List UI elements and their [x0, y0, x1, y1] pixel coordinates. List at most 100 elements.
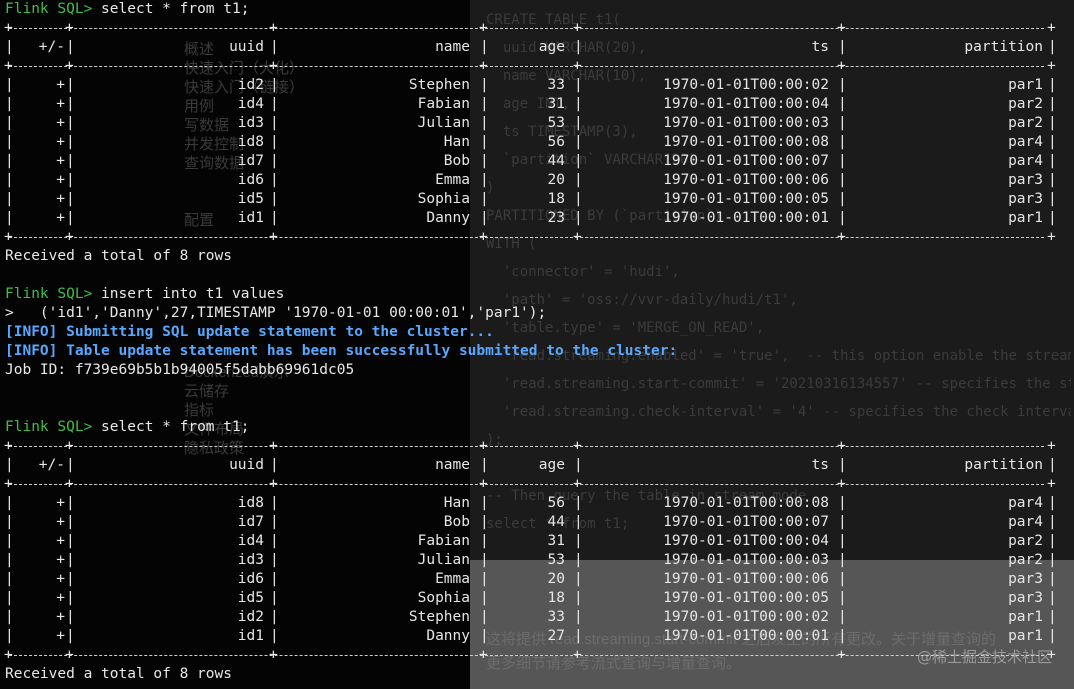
table-cell: +: [56, 96, 65, 112]
separator-corner: +: [479, 476, 488, 492]
separator-corner: +: [573, 20, 582, 36]
table-cell: Emma: [435, 571, 470, 587]
table-cell: +: [56, 514, 65, 530]
separator-corner: +: [4, 476, 13, 492]
separator-corner: +: [269, 647, 278, 663]
column-header: ts: [811, 457, 829, 473]
table-cell: +: [56, 172, 65, 188]
separator-corner: +: [269, 438, 278, 454]
table-cell: 53: [547, 552, 565, 568]
separator-corner: +: [269, 58, 278, 74]
table-separator: + + + + + + +: [4, 475, 1056, 494]
separator-corner: +: [573, 438, 582, 454]
table-cell: id7: [237, 514, 264, 530]
table-row: | | | | | | | + id6 Emma 20 1970-01-01T00:00:06 par3: [5, 570, 1057, 589]
separator-corner: +: [837, 229, 846, 245]
table-row: | | | | | | | + id2 Stephen 33 1970-01-01T00:00:02 p…: [5, 76, 1057, 95]
table-cell: 1970-01-01T00:00:05: [663, 191, 829, 207]
table-header: | | | | | | | +/- uuid name age ts partition: [5, 38, 1057, 57]
column-header: name: [435, 457, 470, 473]
column-divider: |: [5, 552, 14, 568]
table-cell: 1970-01-01T00:00:06: [663, 172, 829, 188]
column-divider: |: [1048, 191, 1057, 207]
column-divider: |: [1048, 77, 1057, 93]
table-cell: 1970-01-01T00:00:02: [663, 609, 829, 625]
table-separator: + + + + + + +: [4, 19, 1056, 38]
column-divider: |: [1048, 552, 1057, 568]
separator-corner: +: [837, 58, 846, 74]
table-cell: 1970-01-01T00:00:04: [663, 533, 829, 549]
separator-corner: +: [269, 229, 278, 245]
job-id-line: Job ID: f739e69b5b1b94005f5dabb69961dc05: [5, 362, 355, 378]
column-divider: |: [5, 172, 14, 188]
column-divider: |: [1048, 210, 1057, 226]
table-row: | | | | | | | + id7 Bob 44 1970-01-01T00:00:07 par4: [5, 152, 1057, 171]
column-header: partition: [964, 457, 1043, 473]
prompt-label: Flink SQL>: [5, 419, 93, 435]
column-header: partition: [964, 39, 1043, 55]
table-cell: 23: [547, 210, 565, 226]
table-cell: Stephen: [408, 77, 470, 93]
table-cell: 1970-01-01T00:00:05: [663, 590, 829, 606]
table-cell: id4: [237, 96, 264, 112]
table-cell: +: [56, 533, 65, 549]
separator-corner: +: [1047, 647, 1056, 663]
table-cell: id2: [237, 77, 264, 93]
table-cell: 1970-01-01T00:00:03: [663, 552, 829, 568]
separator-corner: +: [479, 438, 488, 454]
table-row: | | | | | | | + id5 Sophia 18 1970-01-01T00:00:05 pa…: [5, 589, 1057, 608]
column-divider: |: [5, 77, 14, 93]
separator-corner: +: [65, 647, 74, 663]
separator-corner: +: [65, 229, 74, 245]
table-row: | | | | | | | + id6 Emma 20 1970-01-01T00:00:06 par3: [5, 171, 1057, 190]
table-cell: par1: [1008, 210, 1043, 226]
table-cell: par1: [1008, 77, 1043, 93]
table-cell: 18: [547, 191, 565, 207]
table-separator: + + + + + + +: [4, 228, 1056, 247]
table-cell: 44: [547, 153, 565, 169]
column-divider: |: [5, 115, 14, 131]
command-text: select * from t1;: [92, 419, 250, 435]
table-cell: id5: [237, 590, 264, 606]
table-cell: +: [56, 628, 65, 644]
table-cell: Han: [443, 134, 470, 150]
table-cell: 1970-01-01T00:00:08: [663, 495, 829, 511]
column-divider: |: [5, 495, 14, 511]
terminal-window[interactable]: Flink SQL> select * from t1; + + + + + + + | | | |…: [4, 0, 1071, 689]
table-row: | | | | | | | + id3 Julian 53 1970-01-01T00:00:03 pa…: [5, 551, 1057, 570]
table-cell: +: [56, 609, 65, 625]
table-row: | | | | | | | + id8 Han 56 1970-01-01T00:00:08 par4: [5, 133, 1057, 152]
table-cell: Emma: [435, 172, 470, 188]
prompt-line-2: Flink SQL> insert into t1 values: [5, 285, 284, 304]
table-cell: +: [56, 134, 65, 150]
table-cell: id6: [237, 172, 264, 188]
table-cell: 1970-01-01T00:00:03: [663, 115, 829, 131]
separator-corner: +: [479, 20, 488, 36]
table-cell: par2: [1008, 96, 1043, 112]
column-header: name: [435, 39, 470, 55]
table-row: | | | | | | | + id4 Fabian 31 1970-01-01T00:00:04 pa…: [5, 95, 1057, 114]
column-header: age: [538, 39, 565, 55]
separator-rule: [9, 484, 1044, 485]
column-divider: |: [5, 590, 14, 606]
separator-corner: +: [573, 58, 582, 74]
column-divider: |: [5, 533, 14, 549]
column-divider: |: [1048, 134, 1057, 150]
table-cell: id8: [237, 495, 264, 511]
table-cell: id5: [237, 191, 264, 207]
table-cell: par1: [1008, 628, 1043, 644]
table-cell: id7: [237, 153, 264, 169]
column-header: ts: [811, 39, 829, 55]
column-divider: |: [5, 39, 14, 55]
separator-corner: +: [837, 476, 846, 492]
table-cell: 1970-01-01T00:00:02: [663, 77, 829, 93]
table-cell: 44: [547, 514, 565, 530]
table-cell: Julian: [417, 552, 470, 568]
separator-corner: +: [269, 20, 278, 36]
table-cell: +: [56, 153, 65, 169]
separator-corner: +: [4, 20, 13, 36]
separator-corner: +: [573, 229, 582, 245]
table-header: | | | | | | | +/- uuid name age ts partition: [5, 456, 1057, 475]
command-continuation: > ('id1','Danny',27,TIMESTAMP '1970-01-0…: [5, 305, 547, 321]
table-cell: 1970-01-01T00:00:04: [663, 96, 829, 112]
